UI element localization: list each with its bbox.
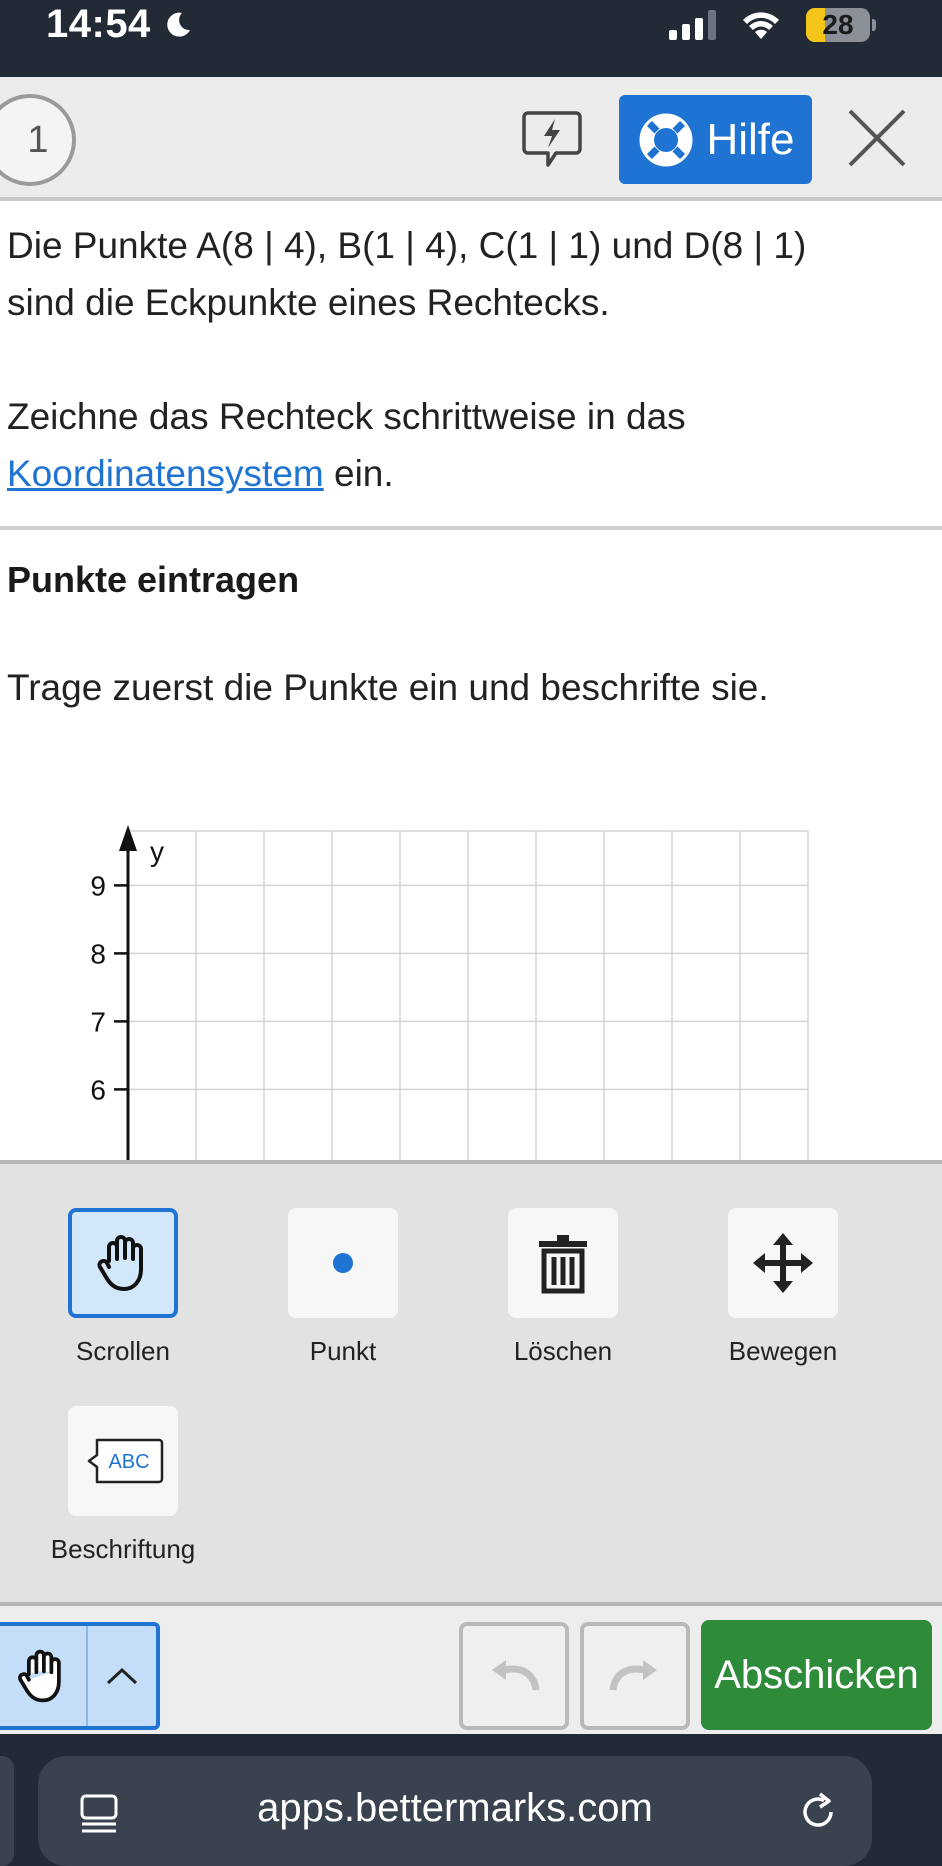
battery-icon: 28: [806, 8, 876, 42]
trash-icon: [539, 1235, 587, 1294]
feedback-icon[interactable]: [520, 107, 584, 171]
redo-icon: [609, 1660, 657, 1691]
address-bar[interactable]: apps.bettermarks.com: [38, 1756, 872, 1866]
clock-text: 14:54: [46, 2, 151, 46]
tool-scroll-box[interactable]: [68, 1208, 178, 1318]
tool-move[interactable]: Bewegen: [683, 1208, 883, 1367]
y-tick-label: 8: [90, 938, 106, 969]
task-line-2: sind die Eckpunkte eines Rechtecks.: [7, 282, 610, 323]
label-icon: ABC: [87, 1438, 164, 1484]
battery-level: 28: [822, 9, 854, 40]
tool-scroll[interactable]: Scrollen: [23, 1208, 223, 1367]
tool-label[interactable]: ABC Beschriftung: [23, 1406, 223, 1565]
status-time: 14:54: [46, 2, 193, 47]
coordinate-system[interactable]: y 9 8 7 6: [60, 821, 820, 1160]
help-button[interactable]: Hilfe: [619, 95, 812, 184]
close-icon[interactable]: [844, 105, 910, 171]
step-number: 1: [27, 118, 49, 161]
exercise-content: Die Punkte A(8 | 4), B(1 | 4), C(1 | 1) …: [0, 201, 942, 1160]
wifi-icon: [743, 12, 779, 39]
section-instruction: Trage zuerst die Punkte ein und beschrif…: [7, 667, 769, 708]
browser-bar: apps.bettermarks.com: [0, 1734, 942, 1866]
y-tick-label: 7: [90, 1006, 106, 1037]
url-text: apps.bettermarks.com: [257, 1786, 653, 1830]
tool-delete-label: Löschen: [513, 1336, 613, 1366]
tool-delete[interactable]: Löschen: [463, 1208, 663, 1367]
tool-panel: Scrollen Punkt Löschen Bewegen ABC Besch…: [0, 1160, 942, 1602]
previous-tab-edge[interactable]: [0, 1756, 14, 1866]
undo-button[interactable]: [459, 1622, 569, 1730]
svg-text:ABC: ABC: [108, 1451, 149, 1473]
undo-icon: [492, 1660, 540, 1691]
tool-point-label: Punkt: [309, 1336, 377, 1366]
tool-delete-box[interactable]: [508, 1208, 618, 1318]
hand-icon: [97, 1235, 143, 1291]
status-icons: 28: [669, 8, 876, 42]
y-tick-label: 6: [90, 1074, 106, 1105]
y-axis-label: y: [150, 836, 164, 867]
tool-point[interactable]: Punkt: [243, 1208, 443, 1367]
tool-label-box[interactable]: ABC: [68, 1406, 178, 1516]
instruction-prefix: Zeichne das Rechteck schrittweise in das: [7, 396, 686, 437]
bottom-toolbar: Abschicken: [0, 1602, 942, 1734]
y-tick-label: 9: [90, 870, 106, 901]
chart-grid: [128, 830, 809, 1160]
signal-icon: [669, 10, 716, 40]
tool-mode-toggle[interactable]: [0, 1622, 160, 1730]
tool-label-label: Beschriftung: [50, 1534, 196, 1564]
section-title: Punkte eintragen: [7, 559, 300, 600]
point-icon: [333, 1253, 353, 1273]
expand-tools-button[interactable]: [88, 1626, 156, 1726]
section-divider: [0, 526, 942, 530]
move-icon: [753, 1233, 813, 1293]
coordinate-system-link[interactable]: Koordinatensystem: [7, 453, 324, 494]
chevron-up-icon: [106, 1667, 138, 1685]
current-tool-button[interactable]: [0, 1626, 88, 1726]
tool-move-label: Bewegen: [728, 1336, 838, 1366]
reload-icon[interactable]: [798, 1792, 838, 1832]
tool-move-box[interactable]: [728, 1208, 838, 1318]
task-description: Die Punkte A(8 | 4), B(1 | 4), C(1 | 1) …: [7, 217, 927, 559]
status-bar: 14:54 28: [0, 0, 942, 77]
tool-scroll-label: Scrollen: [76, 1336, 170, 1366]
y-axis-arrow: [119, 825, 137, 851]
lifebuoy-icon: [639, 113, 693, 166]
hand-icon: [18, 1649, 61, 1703]
exercise-header: 1 Hilfe: [0, 77, 942, 201]
submit-button[interactable]: Abschicken: [701, 1620, 932, 1730]
task-line-1: Die Punkte A(8 | 4), B(1 | 4), C(1 | 1) …: [7, 225, 807, 266]
redo-button[interactable]: [580, 1622, 690, 1730]
instruction-suffix: ein.: [323, 453, 394, 494]
step-indicator[interactable]: 1: [0, 94, 76, 186]
help-label: Hilfe: [706, 114, 795, 164]
chart-axes: y 9 8 7 6: [90, 825, 164, 1160]
moon-icon: [167, 12, 190, 37]
tool-point-box[interactable]: [288, 1208, 398, 1318]
